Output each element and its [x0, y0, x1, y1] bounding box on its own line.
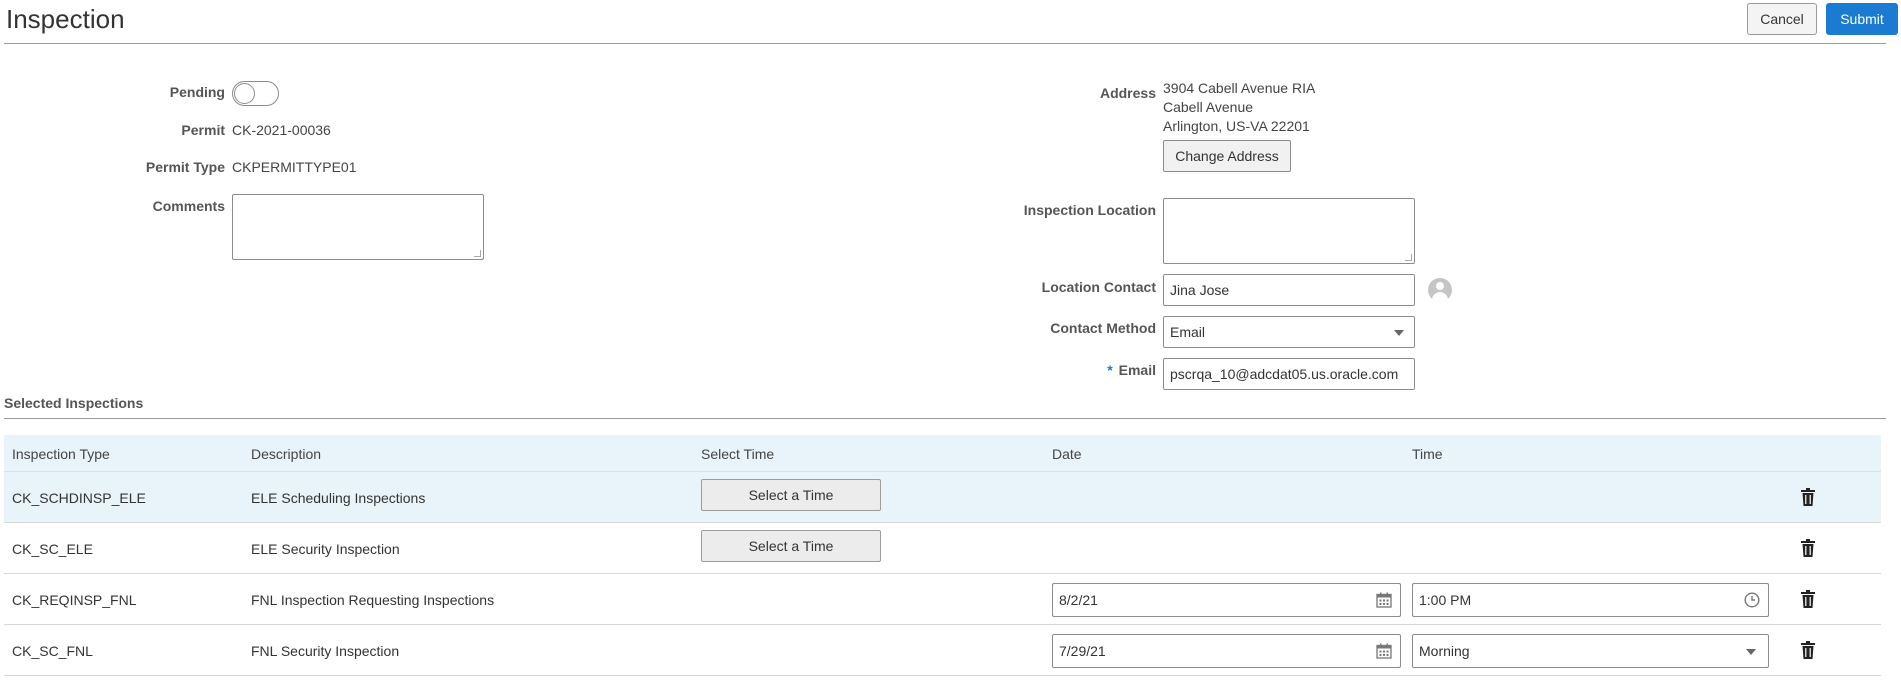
address-line-3: Arlington, US-VA 22201 [1163, 118, 1310, 134]
location-contact-value: Jina Jose [1170, 282, 1230, 298]
pending-toggle[interactable] [232, 81, 279, 106]
table-row[interactable]: CK_SC_FNL FNL Security Inspection 7/29/2… [4, 625, 1881, 676]
section-divider [4, 418, 1886, 419]
comments-textarea[interactable] [232, 194, 484, 260]
trash-icon[interactable] [1801, 539, 1815, 557]
pending-label: Pending [169, 84, 225, 100]
time-input[interactable]: 1:00 PM [1412, 583, 1769, 617]
time-value: 1:00 PM [1419, 592, 1472, 608]
toggle-knob [234, 83, 255, 104]
email-label: Email [1118, 362, 1156, 378]
change-address-button[interactable]: Change Address [1163, 140, 1291, 172]
column-header-date: Date [1052, 445, 1082, 462]
inspection-location-textarea[interactable] [1163, 198, 1415, 264]
column-header-inspection-type: Inspection Type [12, 445, 110, 462]
time-select[interactable]: Morning [1412, 634, 1769, 668]
description-cell: ELE Security Inspection [251, 540, 400, 557]
user-avatar-icon[interactable] [1428, 278, 1452, 302]
select-a-time-button[interactable]: Select a Time [701, 530, 881, 562]
inspection-type-cell: CK_SC_FNL [12, 642, 93, 659]
description-cell: FNL Security Inspection [251, 642, 400, 659]
table-row[interactable]: CK_REQINSP_FNL FNL Inspection Requesting… [4, 574, 1881, 625]
contact-method-label: Contact Method [1050, 320, 1156, 336]
permit-label: Permit [181, 122, 225, 138]
inspection-type-cell: CK_SCHDINSP_ELE [12, 489, 146, 506]
calendar-icon[interactable] [1376, 592, 1392, 608]
trash-icon[interactable] [1801, 641, 1815, 659]
header-divider [4, 43, 1886, 44]
cancel-button[interactable]: Cancel [1747, 3, 1817, 35]
trash-icon[interactable] [1801, 488, 1815, 506]
time-value: Morning [1419, 643, 1470, 659]
calendar-icon[interactable] [1376, 643, 1392, 659]
column-header-time: Time [1412, 445, 1443, 462]
permit-type-value: CKPERMITTYPE01 [232, 159, 357, 175]
date-input[interactable]: 8/2/21 [1052, 583, 1401, 617]
location-contact-label: Location Contact [1041, 279, 1156, 295]
date-value: 7/29/21 [1059, 643, 1106, 659]
selected-inspections-title: Selected Inspections [4, 395, 144, 411]
date-value: 8/2/21 [1059, 592, 1098, 608]
column-header-select-time: Select Time [701, 445, 775, 462]
location-contact-input[interactable]: Jina Jose [1163, 274, 1415, 306]
chevron-down-icon [1394, 330, 1404, 336]
inspection-type-cell: CK_REQINSP_FNL [12, 591, 137, 608]
inspection-type-cell: CK_SC_ELE [12, 540, 93, 557]
table-row[interactable]: CK_SC_ELE ELE Security Inspection Select… [4, 523, 1881, 574]
email-input[interactable]: pscrqa_10@adcdat05.us.oracle.com [1163, 358, 1415, 390]
contact-method-select[interactable]: Email [1163, 316, 1415, 348]
address-line-1: 3904 Cabell Avenue RIA [1163, 80, 1316, 96]
date-input[interactable]: 7/29/21 [1052, 634, 1401, 668]
table-header: Inspection Type Description Select Time … [4, 435, 1881, 472]
email-value: pscrqa_10@adcdat05.us.oracle.com [1170, 366, 1399, 382]
clock-icon[interactable] [1744, 592, 1760, 608]
description-cell: FNL Inspection Requesting Inspections [251, 591, 495, 608]
column-header-description: Description [251, 445, 322, 462]
permit-type-label: Permit Type [145, 159, 225, 175]
select-a-time-button[interactable]: Select a Time [701, 479, 881, 511]
address-line-2: Cabell Avenue [1163, 99, 1254, 115]
submit-button[interactable]: Submit [1826, 3, 1898, 35]
required-marker: * [1107, 362, 1113, 378]
permit-value: CK-2021-00036 [232, 122, 331, 138]
table-row[interactable]: CK_SCHDINSP_ELE ELE Scheduling Inspectio… [4, 472, 1881, 523]
contact-method-value: Email [1170, 324, 1206, 340]
page-title: Inspection [6, 4, 125, 34]
address-label: Address [1099, 85, 1156, 101]
email-label-wrap: * Email [1107, 362, 1156, 378]
description-cell: ELE Scheduling Inspections [251, 489, 426, 506]
trash-icon[interactable] [1801, 590, 1815, 608]
chevron-down-icon [1746, 649, 1756, 655]
inspection-location-label: Inspection Location [1023, 202, 1156, 218]
comments-label: Comments [152, 198, 225, 214]
